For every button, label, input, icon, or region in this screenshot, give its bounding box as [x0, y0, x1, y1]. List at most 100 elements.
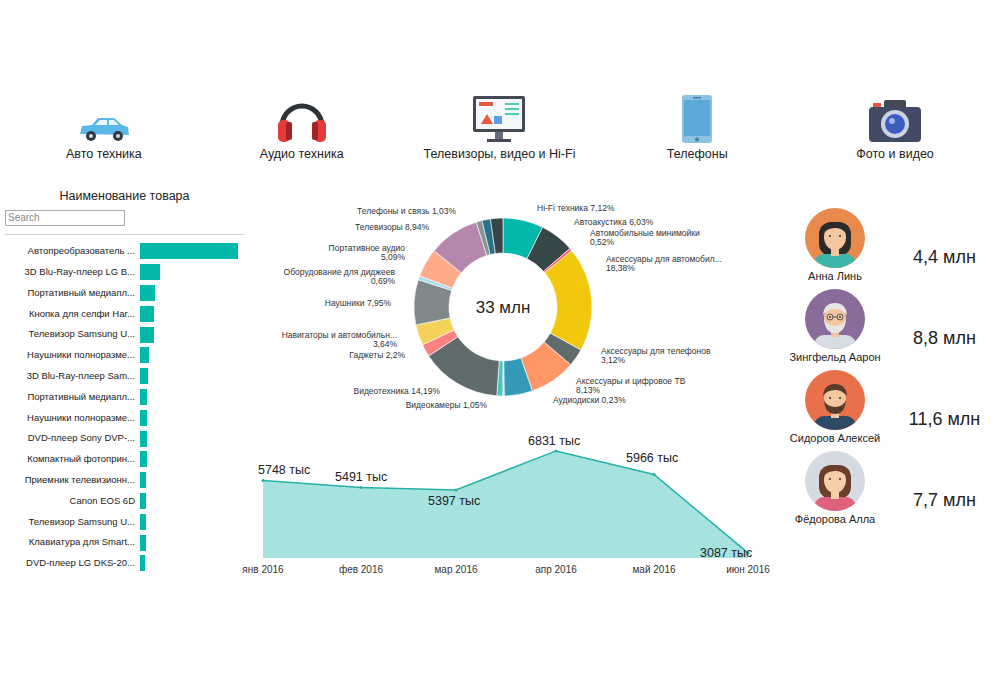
trend-area [263, 451, 748, 558]
category-item[interactable]: Телевизоры, видео и Hi-Fi [401, 92, 599, 162]
category-item[interactable]: Телефоны [598, 92, 796, 162]
product-row[interactable]: Приемник телевизионн... [5, 470, 250, 491]
person-name: Анна Линь [808, 269, 862, 283]
product-row[interactable]: Телевизор Samsung U... [5, 324, 250, 345]
slice-label: Оборудование для диджеев0,69% [284, 267, 396, 286]
phone-icon [680, 94, 714, 144]
slice-label: Аксессуары для автомобил...18,38% [606, 254, 722, 273]
product-bar [140, 285, 155, 301]
person-row[interactable]: Зингфельд Аарон 8,8 млн [780, 289, 999, 364]
avatar-icon [805, 370, 865, 430]
product-bar [140, 347, 149, 363]
panel-title: Наименование товара [5, 185, 244, 204]
product-label: Автопреобразователь ... [5, 244, 138, 258]
product-label: DVD-плеер Sony DVP-... [5, 431, 138, 445]
category-bar: Авто техника Аудио техника Телевизоры, вид… [0, 0, 999, 162]
slice-label: Телефоны и связь 1,03% [357, 206, 456, 216]
product-bar [140, 535, 146, 551]
person-value: 4,4 млн [890, 208, 999, 283]
camera-icon [867, 98, 923, 144]
slice-label: Аудиодиски 0,23% [553, 395, 626, 405]
donut-slice[interactable] [490, 218, 503, 254]
slice-label: Аксессуары для телефонов3,12% [601, 346, 711, 365]
trend-line [263, 451, 748, 553]
slice-label: Видеокамеры 1,05% [406, 400, 488, 410]
trend-chart: 5748 тыс5491 тыс5397 тыс6831 тыс5966 тыс… [250, 430, 780, 580]
product-label: Портативный медиапл... [5, 286, 138, 300]
product-row[interactable]: Автопреобразователь ... [5, 241, 250, 262]
product-bar [140, 410, 147, 426]
chart-column: Hi-Fi техника 7,12%Автоакустика 6,03%Авт… [250, 185, 780, 580]
trend-point[interactable] [262, 479, 265, 482]
product-panel: Наименование товара Автопреобразователь .… [0, 185, 250, 580]
product-row[interactable]: DVD-плеер LG DKS-20... [5, 553, 250, 574]
trend-point[interactable] [653, 473, 656, 476]
product-bar [140, 306, 154, 322]
slice-label: Гаджеты 2,2% [349, 350, 405, 360]
donut-slice[interactable] [504, 358, 533, 396]
product-row[interactable]: Наушники полноразме... [5, 407, 250, 428]
product-bar [140, 555, 145, 571]
trend-value: 5491 тыс [335, 470, 387, 484]
product-label: Наушники полноразме... [5, 411, 138, 425]
category-label: Фото и видео [856, 147, 933, 162]
person-value: 7,7 млн [890, 451, 999, 526]
monitor-icon [471, 94, 527, 144]
product-row[interactable]: Canon EOS 6D [5, 491, 250, 512]
product-row[interactable]: Телевизор Samsung U... [5, 511, 250, 532]
product-label: Портативный медиапл... [5, 390, 138, 404]
month-label: апр 2016 [535, 564, 577, 575]
product-label: Телевизор Samsung U... [5, 515, 138, 529]
product-row[interactable]: Наушники полноразме... [5, 345, 250, 366]
person-row[interactable]: Фёдорова Алла7,7 млн [780, 451, 999, 526]
avatar-icon [805, 289, 865, 349]
month-label: фев 2016 [339, 564, 384, 575]
slice-label: Наушники 7,95% [325, 298, 392, 308]
product-row[interactable]: Компактный фотоприн... [5, 449, 250, 470]
category-label: Аудио техника [260, 147, 344, 162]
product-row[interactable]: 3D Blu-Ray-плеер LG B... [5, 262, 250, 283]
category-item[interactable]: Аудио техника [203, 92, 401, 162]
main-row: Наименование товара Автопреобразователь .… [0, 185, 999, 580]
person-value: 8,8 млн [890, 289, 999, 364]
slice-label: Телевизоры 8,94% [355, 222, 429, 232]
person-row[interactable]: Сидоров Алексей11,6 млн [780, 370, 999, 445]
product-header: Наименование товара [5, 185, 244, 235]
product-bar [140, 431, 147, 447]
product-label: DVD-плеер LG DKS-20... [5, 556, 138, 570]
month-label: мар 2016 [434, 564, 477, 575]
category-item[interactable]: Авто техника [5, 92, 203, 162]
search-input[interactable] [5, 210, 125, 226]
category-label: Телефоны [667, 147, 728, 162]
month-label: май 2016 [632, 564, 675, 575]
category-item[interactable]: Фото и видео [796, 92, 994, 162]
month-label: июн 2016 [726, 564, 770, 575]
product-bar [140, 451, 147, 467]
trend-point[interactable] [455, 488, 458, 491]
people-panel: Анна Линь 4,4 млн Зингфельд Аарон 8,8 млнСи… [780, 185, 999, 580]
person-name: Зингфельд Аарон [789, 350, 880, 364]
product-label: Наушники полноразме... [5, 348, 138, 362]
trend-point[interactable] [555, 449, 558, 452]
product-row[interactable]: DVD-плеер Sony DVP-... [5, 428, 250, 449]
trend-point[interactable] [360, 486, 363, 489]
product-bar [140, 368, 148, 384]
product-row[interactable]: Портативный медиапл... [5, 387, 250, 408]
slice-label: Портативное аудио5,09% [329, 243, 406, 262]
slice-label: Hi-Fi техника 7,12% [537, 203, 615, 213]
category-label: Авто техника [66, 147, 142, 162]
product-row[interactable]: Кнопка для селфи Har... [5, 303, 250, 324]
person-value: 11,6 млн [890, 370, 999, 445]
product-row[interactable]: Клавиатура для Smart... [5, 532, 250, 553]
person-row[interactable]: Анна Линь 4,4 млн [780, 208, 999, 283]
trend-value: 5748 тыс [258, 463, 310, 477]
slice-label: Видеотехника 14,19% [353, 386, 440, 396]
slice-label: Навигаторы и автомобильн...3,64% [282, 330, 398, 349]
donut-chart: Hi-Fi техника 7,12%Автоакустика 6,03%Авт… [250, 195, 780, 420]
product-list: Автопреобразователь ... 3D Blu-Ray-плеер … [5, 235, 250, 574]
product-row[interactable]: 3D Blu-Ray-плеер Sam... [5, 366, 250, 387]
product-row[interactable]: Портативный медиапл... [5, 283, 250, 304]
product-bar [140, 472, 146, 488]
trend-value: 3087 тыс [700, 546, 752, 560]
product-label: Клавиатура для Smart... [5, 535, 138, 549]
